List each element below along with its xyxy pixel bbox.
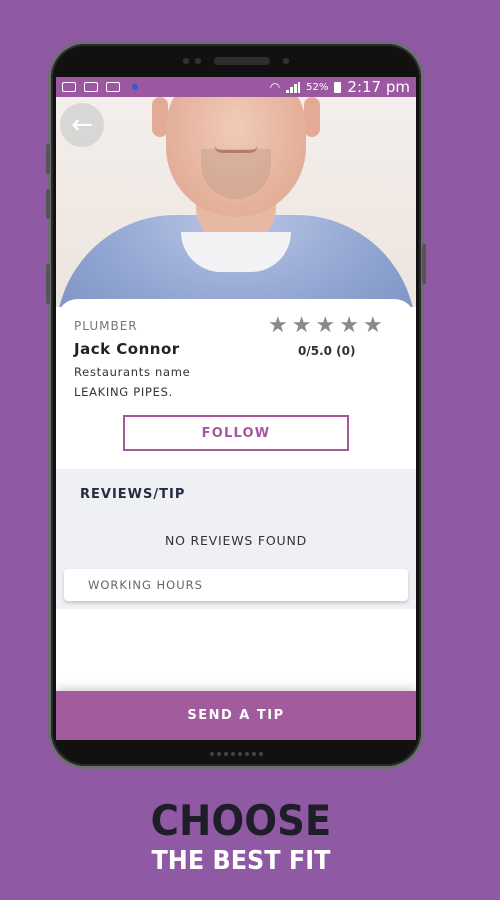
signal-icon bbox=[286, 81, 301, 93]
battery-percent: 52% bbox=[306, 81, 329, 93]
gallery-icon bbox=[106, 82, 120, 92]
reviews-title: REVIEWS/TIP bbox=[80, 487, 186, 502]
phone-bottom-bezel bbox=[51, 742, 421, 766]
star-icon: ★ bbox=[291, 313, 312, 338]
profile-name: Jack Connor bbox=[74, 340, 180, 358]
working-hours-panel[interactable]: WORKING HOURS bbox=[64, 569, 408, 601]
star-icon: ★ bbox=[268, 313, 288, 338]
phone-top-bezel bbox=[51, 44, 421, 78]
rating-text: 0/5.0 (0) bbox=[298, 344, 356, 358]
phone-sensor bbox=[183, 58, 189, 64]
status-bar: ◠ 52% 2:17 pm bbox=[56, 77, 416, 97]
battery-icon bbox=[334, 81, 342, 93]
notification-dot-icon bbox=[132, 84, 138, 90]
tagline-heading: CHOOSE bbox=[150, 796, 332, 845]
arrow-left-icon: ← bbox=[71, 110, 93, 140]
phone-side-button bbox=[46, 264, 50, 304]
phone-speaker bbox=[214, 57, 270, 65]
star-icon: ★ bbox=[362, 313, 383, 338]
back-button[interactable]: ← bbox=[60, 103, 104, 147]
follow-button[interactable]: FOLLOW bbox=[123, 415, 349, 451]
phone-sensor bbox=[195, 58, 201, 64]
profile-card: PLUMBER Jack Connor Restaurants name LEA… bbox=[56, 299, 416, 739]
youtube-icon bbox=[62, 82, 76, 92]
profile-business: Restaurants name bbox=[74, 365, 191, 379]
reviews-section: REVIEWS/TIP NO REVIEWS FOUND WORKING HOU… bbox=[56, 469, 416, 609]
phone-side-button bbox=[46, 144, 50, 174]
wifi-icon: ◠ bbox=[269, 80, 281, 94]
image-icon bbox=[84, 82, 98, 92]
profile-description: LEAKING PIPES. bbox=[74, 385, 173, 399]
send-tip-button[interactable]: SEND A TIP bbox=[56, 691, 416, 740]
app-screen: ◠ 52% 2:17 pm ← PLUMBER Jack Connor Rest… bbox=[56, 77, 416, 740]
phone-side-button bbox=[422, 244, 426, 284]
tagline-subheading: THE BEST FIT bbox=[151, 846, 331, 876]
star-icon: ★ bbox=[315, 313, 336, 338]
status-time: 2:17 pm bbox=[347, 78, 410, 96]
profile-photo bbox=[56, 97, 416, 307]
rating-stars: ★ ★ ★ ★ ★ bbox=[268, 315, 383, 337]
star-icon: ★ bbox=[339, 313, 359, 338]
profile-category: PLUMBER bbox=[74, 319, 138, 333]
phone-side-button bbox=[46, 189, 50, 219]
working-hours-label: WORKING HOURS bbox=[88, 578, 203, 592]
no-reviews-text: NO REVIEWS FOUND bbox=[164, 533, 308, 548]
phone-camera bbox=[283, 58, 289, 64]
